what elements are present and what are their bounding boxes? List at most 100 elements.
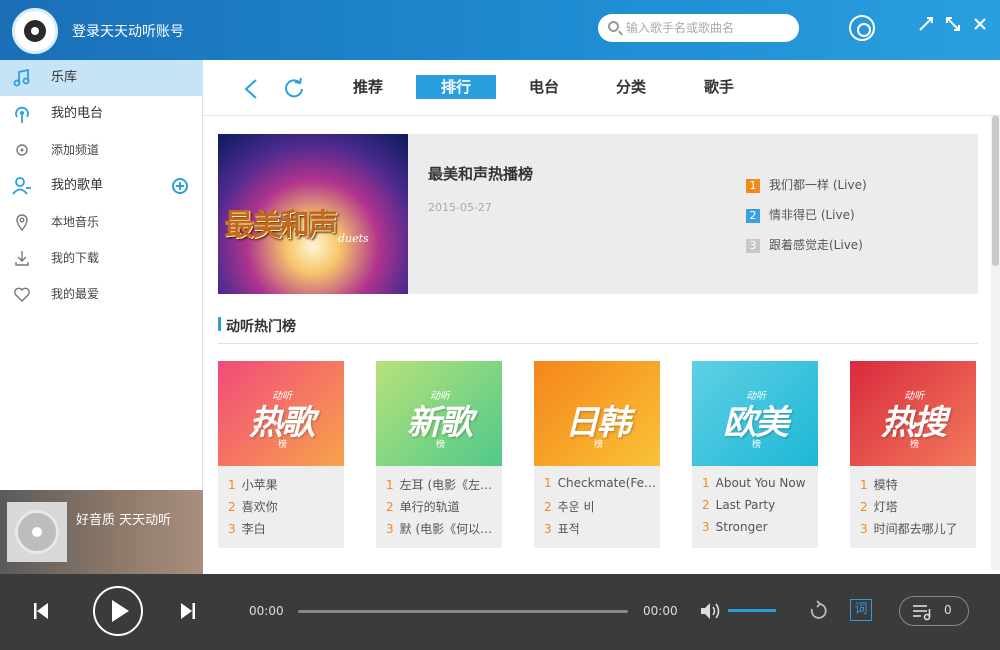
- track-name: 跟着感觉走(Live): [769, 238, 863, 252]
- tab-singer[interactable]: 歌手: [689, 75, 749, 99]
- list-item[interactable]: 1Checkmate(Feat. Yoo Seung Woo): [544, 476, 656, 490]
- banner-title[interactable]: 最美和声热播榜: [428, 163, 533, 184]
- track-name: 情非得已 (Live): [769, 208, 855, 222]
- play-icon: [112, 600, 129, 622]
- compact-mode-icon[interactable]: [943, 14, 963, 34]
- play-button[interactable]: [93, 586, 143, 636]
- user-icon: [12, 177, 31, 195]
- headphone-logo-icon: [24, 20, 46, 42]
- list-item[interactable]: 1左耳 (电影《左耳》主题曲): [386, 476, 498, 493]
- rank-badge: 1: [746, 178, 760, 193]
- tab-category[interactable]: 分类: [601, 75, 661, 99]
- tab-radio[interactable]: 电台: [514, 75, 574, 99]
- sidebar-item-my-downloads[interactable]: 我的下载: [0, 240, 203, 276]
- search-input[interactable]: [626, 18, 786, 38]
- list-item[interactable]: 2 Last Party: [702, 498, 814, 512]
- list-item[interactable]: 2 추운 비: [544, 498, 656, 515]
- banner-art-text: 最美和声: [224, 208, 338, 243]
- album-cover: [7, 502, 67, 562]
- chart-cover[interactable]: 动听 热歌 榜: [218, 361, 344, 466]
- chart-sub: 榜: [278, 440, 288, 450]
- sidebar-item-label: 乐库: [51, 70, 78, 85]
- now-playing-text: 好音质 天天动听: [76, 513, 172, 528]
- chart-sub: 榜: [752, 440, 762, 450]
- heart-icon: [14, 287, 30, 302]
- banner-image[interactable]: 最美和声 duets: [218, 134, 408, 294]
- sidebar-item-label: 我的下载: [51, 251, 100, 265]
- tab-ranking[interactable]: 排行: [416, 75, 496, 99]
- loop-icon[interactable]: [807, 599, 831, 623]
- chart-card-new[interactable]: 动听 新歌 榜 1左耳 (电影《左耳》主题曲) 2单行的轨道 3默 (电影《何以…: [376, 361, 502, 548]
- sidebar-item-add-channel[interactable]: 添加频道: [0, 132, 203, 168]
- radio-icon: [15, 106, 29, 123]
- refresh-icon[interactable]: [283, 77, 305, 99]
- search-icon: [608, 21, 619, 32]
- sidebar: 乐库 我的电台 添加频道 我的歌单 本地音乐 我的下载 我的最爱: [0, 60, 203, 490]
- chart-cover[interactable]: 动听 新歌 榜: [376, 361, 502, 466]
- gear-icon[interactable]: [849, 15, 875, 41]
- scrollbar[interactable]: [991, 116, 1000, 570]
- list-item[interactable]: 3 李白: [228, 520, 340, 537]
- list-item[interactable]: 2 灯塔: [860, 498, 972, 515]
- previous-icon[interactable]: [33, 601, 49, 621]
- scroll-thumb[interactable]: [992, 116, 999, 266]
- chart-sub: 榜: [594, 440, 604, 450]
- title-bar: 登录天天动听账号: [0, 0, 1000, 60]
- list-item[interactable]: 3 时间都去哪儿了: [860, 520, 972, 537]
- chart-card-trending-search[interactable]: 动听 热搜 榜 1 模特 2 灯塔 3 时间都去哪儿了: [850, 361, 976, 548]
- current-time: 00:00: [249, 604, 284, 618]
- rank-badge: 2: [746, 208, 760, 223]
- section-accent-bar: [218, 317, 221, 331]
- search-box[interactable]: [598, 14, 799, 42]
- list-item[interactable]: 1 About You Now: [702, 476, 814, 490]
- playlist-count: 0: [944, 603, 952, 617]
- chart-card-hot[interactable]: 动听 热歌 榜 1 小苹果 2 喜欢你 3 李白: [218, 361, 344, 548]
- add-playlist-icon[interactable]: [172, 178, 188, 194]
- lyrics-button[interactable]: 词: [850, 599, 872, 621]
- chart-cover[interactable]: 动听 欧美 榜: [692, 361, 818, 466]
- chart-cover[interactable]: 日韩 榜: [534, 361, 660, 466]
- list-item[interactable]: 2 喜欢你: [228, 498, 340, 515]
- sidebar-item-favorites[interactable]: 我的最爱: [0, 276, 203, 312]
- nav-divider: [203, 115, 1000, 116]
- chart-sub: 榜: [436, 440, 446, 450]
- app-logo[interactable]: [12, 8, 58, 54]
- list-item[interactable]: 2 单行的轨道: [386, 498, 498, 515]
- minimize-icon[interactable]: [916, 14, 936, 34]
- chart-sub: 榜: [910, 440, 920, 450]
- list-item[interactable]: 3默 (电影《何以笙箫默》主题曲): [386, 520, 498, 537]
- tab-recommend[interactable]: 推荐: [338, 75, 398, 99]
- list-item[interactable]: 3 Stronger: [702, 520, 814, 534]
- banner-track[interactable]: 3 跟着感觉走(Live): [746, 236, 863, 253]
- featured-chart-banner[interactable]: 最美和声 duets 最美和声热播榜 2015-05-27 1 我们都一样 (Li…: [218, 134, 978, 294]
- list-item[interactable]: 1 小苹果: [228, 476, 340, 493]
- volume-icon[interactable]: [700, 601, 722, 621]
- total-time: 00:00: [643, 604, 678, 618]
- sidebar-item-my-radio[interactable]: 我的电台: [0, 96, 203, 132]
- list-item[interactable]: 3 표적: [544, 520, 656, 537]
- location-icon: [16, 214, 28, 232]
- sidebar-item-my-playlists[interactable]: 我的歌单: [0, 168, 203, 204]
- banner-track[interactable]: 2 情非得已 (Live): [746, 206, 855, 223]
- player-bar: 00:00 00:00 词 0: [0, 574, 1000, 650]
- banner-art-sub: duets: [338, 232, 369, 245]
- playlist-button[interactable]: 0: [899, 596, 969, 626]
- progress-slider[interactable]: [298, 610, 628, 613]
- rank-badge: 3: [746, 238, 760, 253]
- banner-track[interactable]: 1 我们都一样 (Live): [746, 176, 867, 193]
- now-playing-card[interactable]: 好音质 天天动听: [0, 490, 203, 574]
- playlist-icon: [913, 605, 931, 621]
- volume-slider[interactable]: [728, 609, 776, 612]
- back-icon[interactable]: [243, 78, 259, 100]
- chart-card-jpkr[interactable]: 日韩 榜 1Checkmate(Feat. Yoo Seung Woo) 2추운…: [534, 361, 660, 548]
- next-icon[interactable]: [180, 601, 196, 621]
- login-link[interactable]: 登录天天动听账号: [72, 21, 184, 41]
- chart-cover[interactable]: 动听 热搜 榜: [850, 361, 976, 466]
- list-item[interactable]: 1 模特: [860, 476, 972, 493]
- sidebar-item-local-music[interactable]: 本地音乐: [0, 204, 203, 240]
- sidebar-item-library[interactable]: 乐库: [0, 60, 203, 96]
- sidebar-item-label: 本地音乐: [51, 215, 100, 229]
- close-icon[interactable]: [970, 14, 990, 34]
- chart-card-western[interactable]: 动听 欧美 榜 1 About You Now 2 Last Party 3 Stro…: [692, 361, 818, 548]
- sidebar-item-label: 我的最爱: [51, 287, 100, 301]
